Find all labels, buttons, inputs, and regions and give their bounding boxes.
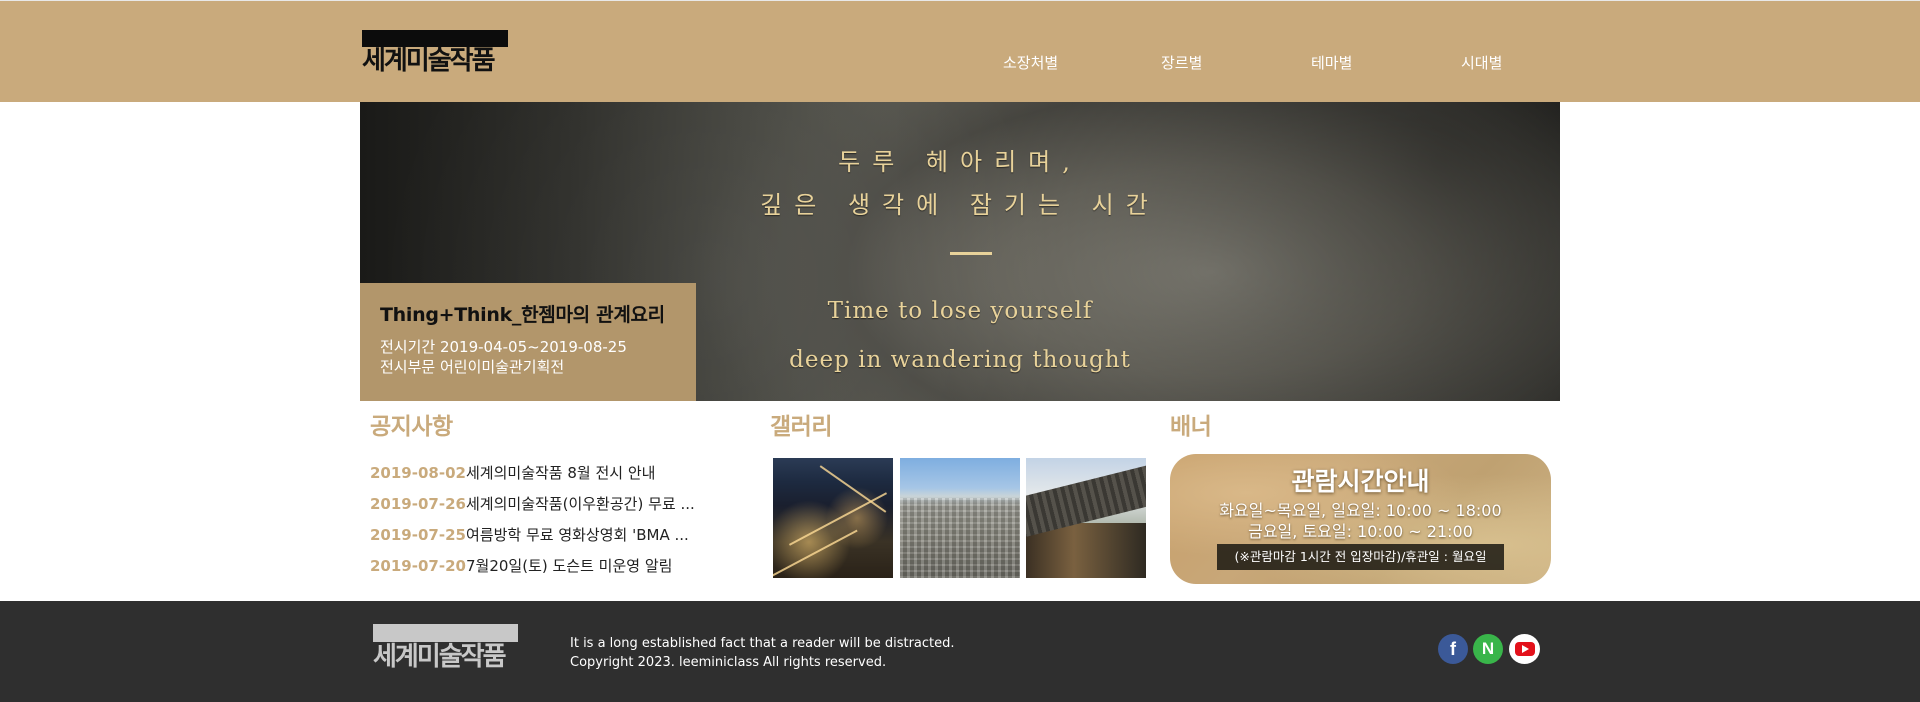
- banner-section-title[interactable]: 배너: [1170, 412, 1212, 442]
- hero-korean-line-2: 깊은 생각에 잠기는 시간: [760, 191, 1160, 219]
- notice-section-title[interactable]: 공지사항: [370, 412, 453, 442]
- notice-text: 여름방학 무료 영화상영회 'BMA ...: [466, 526, 689, 544]
- footer-text: It is a long established fact that a rea…: [570, 634, 955, 672]
- exhibition-title: Thing+Think_한젬마의 관계요리: [380, 304, 665, 326]
- facebook-icon[interactable]: f: [1438, 634, 1468, 664]
- main-nav: 소장처별 장르별 테마별 시대별: [0, 53, 1920, 73]
- footer-logo-bar: [373, 624, 518, 642]
- notice-date: 2019-07-26: [370, 494, 466, 513]
- city-light-streak: [788, 492, 888, 546]
- hero-slide[interactable]: 두루 헤아리며, 깊은 생각에 잠기는 시간 Time to lose your…: [360, 102, 1560, 401]
- youtube-play-box: [1514, 642, 1535, 656]
- banner-heading: 관람시간안내: [1291, 467, 1430, 496]
- naver-glyph: N: [1481, 639, 1495, 658]
- city-light-streak: [819, 465, 887, 513]
- notice-text: 세계의미술작품 8월 전시 안내: [466, 464, 656, 482]
- gallery-thumb-night-city[interactable]: [773, 458, 893, 578]
- banner-hours-line-2: 금요일, 토요일: 10:00 ~ 21:00: [1248, 522, 1473, 541]
- banner-closing-note: (※관람마감 1시간 전 입장마감)/휴관일 : 월요일: [1217, 544, 1504, 570]
- notice-item[interactable]: 2019-08-02 세계의미술작품 8월 전시 안내: [370, 457, 740, 488]
- naver-icon[interactable]: N: [1473, 634, 1503, 664]
- exhibition-period: 전시기간 2019-04-05~2019-08-25: [380, 338, 627, 356]
- footer-copyright: Copyright 2023. leeminiclass All rights …: [570, 655, 887, 670]
- facebook-glyph: f: [1450, 638, 1456, 659]
- gallery-thumb-day-city[interactable]: [900, 458, 1020, 578]
- site-header: 세계미술작품: [0, 0, 1920, 102]
- hero-divider: [950, 252, 992, 255]
- notice-date: 2019-07-20: [370, 556, 466, 575]
- notice-date: 2019-07-25: [370, 525, 466, 544]
- notice-item[interactable]: 2019-07-25 여름방학 무료 영화상영회 'BMA ...: [370, 519, 740, 550]
- notice-date: 2019-08-02: [370, 463, 466, 482]
- hero-korean-line-1: 두루 헤아리며,: [838, 148, 1082, 176]
- gallery-thumbnails: [773, 458, 1151, 578]
- nav-item-genre[interactable]: 장르별: [1161, 53, 1202, 73]
- city-blocks: [900, 498, 1020, 578]
- notice-item[interactable]: 2019-07-26 세계의미술작품(이우환공간) 무료 ...: [370, 488, 740, 519]
- gallery-section-title[interactable]: 갤러리: [770, 412, 832, 442]
- nav-item-theme[interactable]: 테마별: [1311, 53, 1352, 73]
- site-footer: [0, 601, 1920, 702]
- nav-item-collection[interactable]: 소장처별: [1003, 53, 1058, 73]
- notice-text: 세계의미술작품(이우환공간) 무료 ...: [466, 495, 695, 513]
- nav-item-era[interactable]: 시대별: [1461, 53, 1502, 73]
- logo-bar: [362, 30, 508, 47]
- exhibition-info-box[interactable]: Thing+Think_한젬마의 관계요리 전시기간 2019-04-05~20…: [360, 283, 696, 401]
- gallery-thumb-hanok[interactable]: [1026, 458, 1146, 578]
- city-light-streak: [773, 529, 858, 578]
- play-triangle: [1522, 645, 1529, 653]
- footer-tagline: It is a long established fact that a rea…: [570, 636, 955, 651]
- opening-hours-banner[interactable]: 관람시간안내 화요일~목요일, 일요일: 10:00 ~ 18:00 금요일, …: [1170, 454, 1551, 584]
- youtube-icon[interactable]: [1509, 634, 1540, 664]
- notice-list: 2019-08-02 세계의미술작품 8월 전시 안내 2019-07-26 세…: [370, 457, 740, 581]
- notice-text: 7월20일(토) 도슨트 미운영 알림: [466, 557, 673, 575]
- exhibition-category: 전시부문 어린이미술관기획전: [380, 358, 565, 376]
- notice-item[interactable]: 2019-07-20 7월20일(토) 도슨트 미운영 알림: [370, 550, 740, 581]
- footer-logo-text: 세계미술작품: [373, 642, 507, 672]
- footer-logo[interactable]: 세계미술작품: [373, 624, 518, 672]
